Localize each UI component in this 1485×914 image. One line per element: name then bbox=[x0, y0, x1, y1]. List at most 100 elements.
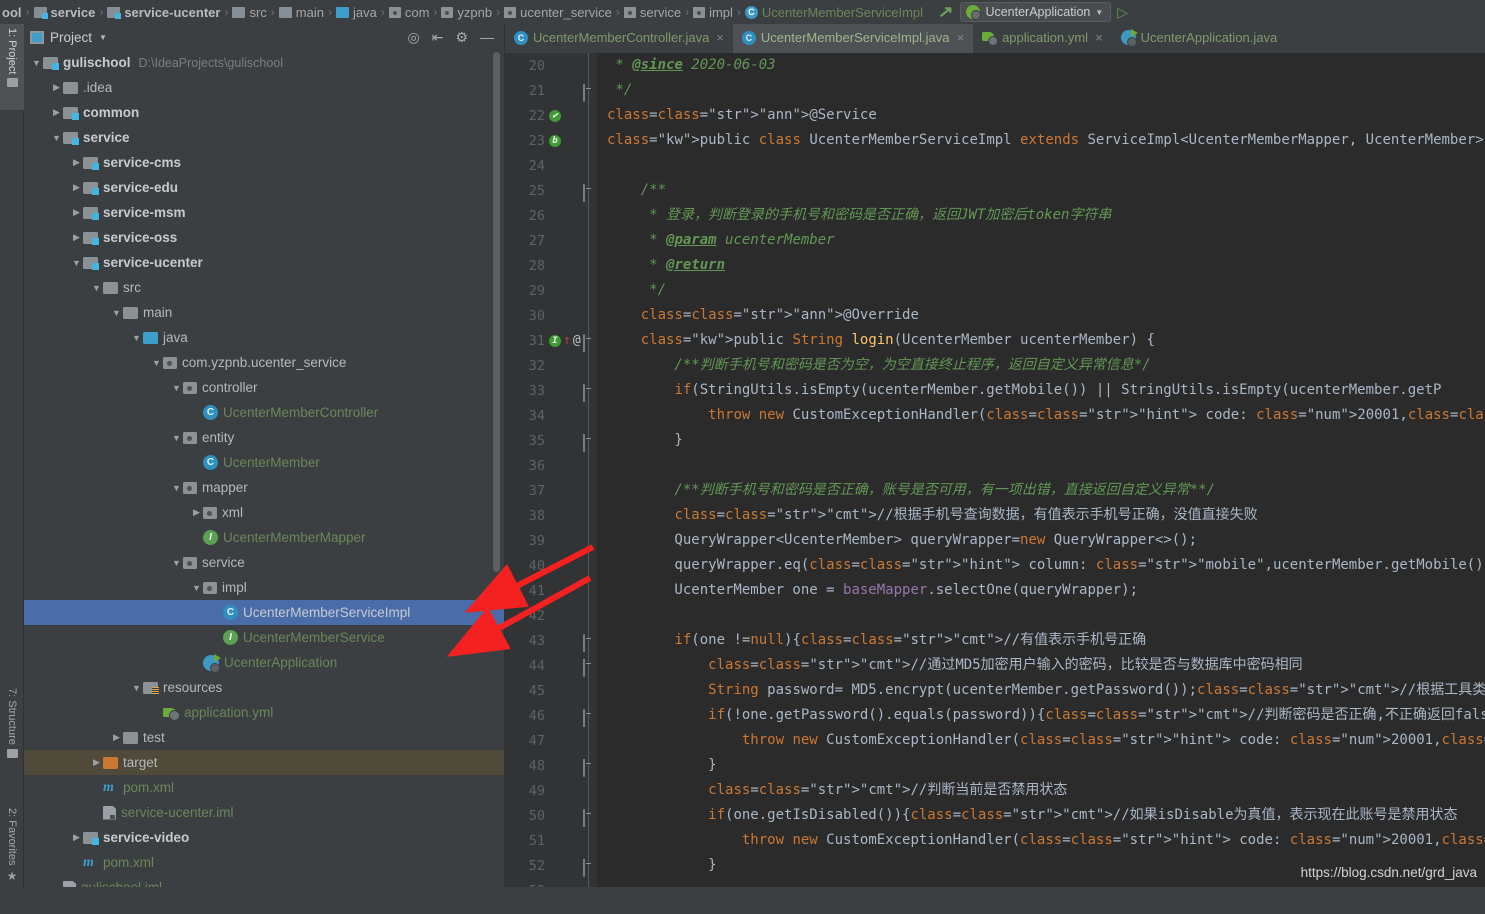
code-line[interactable]: throw new CustomExceptionHandler(class=c… bbox=[597, 403, 1485, 428]
breadcrumb-item-src[interactable]: src bbox=[230, 0, 268, 24]
gutter-line[interactable]: 32 bbox=[505, 353, 597, 378]
tree-node-com-yzpnb-ucenter-service[interactable]: ▼ com.yzpnb.ucenter_service bbox=[24, 350, 504, 375]
gutter-line[interactable]: 33 bbox=[505, 378, 597, 403]
code-line[interactable]: */ bbox=[597, 78, 1485, 103]
tree-node-pom-xml[interactable]: m pom.xml bbox=[24, 775, 504, 800]
breadcrumb-item-ucentermemberserviceimpl[interactable]: C UcenterMemberServiceImpl bbox=[743, 0, 925, 24]
at-icon[interactable]: @ bbox=[573, 333, 581, 348]
tree-node-gulischool[interactable]: ▼ gulischool D:\IdeaProjects\gulischool bbox=[24, 50, 504, 75]
tree-expand-arrow[interactable]: ▶ bbox=[50, 107, 63, 118]
implements-icon[interactable]: I bbox=[549, 334, 561, 347]
tree-node-resources[interactable]: ▼ resources bbox=[24, 675, 504, 700]
gutter-line[interactable]: 35 bbox=[505, 428, 597, 453]
editor-gutter[interactable]: 20 21 22 ✔ 23 b 24 25 26 27 28 29 30 31 I ↑ @32 33 34 35 36 3… bbox=[505, 53, 597, 887]
tree-expand-arrow[interactable]: ▶ bbox=[110, 732, 123, 743]
tree-expand-arrow[interactable]: ▼ bbox=[150, 358, 163, 368]
chevron-down-icon[interactable]: ▼ bbox=[99, 33, 107, 42]
editor-tab-ucentermemberserviceimpl-java[interactable]: C UcenterMemberServiceImpl.java × bbox=[732, 24, 974, 53]
tool-tab-project[interactable]: 1: Project bbox=[0, 24, 24, 110]
editor-tab-ucenterapplication-java[interactable]: UcenterApplication.java bbox=[1112, 24, 1287, 53]
gutter-line[interactable]: 47 bbox=[505, 728, 597, 753]
gutter-line[interactable]: 27 bbox=[505, 228, 597, 253]
tool-tab-favorites[interactable]: 2: Favorites ★ bbox=[0, 804, 24, 914]
gutter-line[interactable]: 40 bbox=[505, 553, 597, 578]
breadcrumb-item-impl[interactable]: impl bbox=[691, 0, 735, 24]
code-line[interactable]: * @return bbox=[597, 253, 1485, 278]
gutter-line[interactable]: 50 bbox=[505, 803, 597, 828]
tool-tab-structure[interactable]: 7: Structure bbox=[0, 684, 24, 788]
fold-marker[interactable] bbox=[583, 634, 594, 652]
gutter-line[interactable]: 48 bbox=[505, 753, 597, 778]
tree-expand-arrow[interactable]: ▼ bbox=[170, 383, 183, 393]
breadcrumb-item-service[interactable]: service bbox=[622, 0, 683, 24]
breadcrumb-item-com[interactable]: com bbox=[387, 0, 432, 24]
tree-node-service-ucenter-iml[interactable]: service-ucenter.iml bbox=[24, 800, 504, 825]
tree-expand-arrow[interactable]: ▼ bbox=[190, 583, 203, 593]
breadcrumb-item-ool[interactable]: ool bbox=[0, 0, 24, 24]
tree-expand-arrow[interactable]: ▼ bbox=[170, 558, 183, 568]
tree-node-ucentermember[interactable]: C UcenterMember bbox=[24, 450, 504, 475]
gutter-line[interactable]: 46 bbox=[505, 703, 597, 728]
editor-tab-application-yml[interactable]: application.yml × bbox=[973, 24, 1112, 53]
tree-node-pom-xml[interactable]: m pom.xml bbox=[24, 850, 504, 875]
tree-expand-arrow[interactable]: ▶ bbox=[70, 207, 83, 218]
tree-node-common[interactable]: ▶ common bbox=[24, 100, 504, 125]
tree-node--idea[interactable]: ▶ .idea bbox=[24, 75, 504, 100]
code-line[interactable]: if(StringUtils.isEmpty(ucenterMember.get… bbox=[597, 378, 1485, 403]
gutter-line[interactable]: 39 bbox=[505, 528, 597, 553]
chevron-down-icon[interactable]: ▼ bbox=[1095, 8, 1103, 17]
tree-expand-arrow[interactable]: ▶ bbox=[70, 232, 83, 243]
locate-icon[interactable]: ◎ bbox=[407, 30, 419, 44]
code-line[interactable]: if(!one.getPassword().equals(password)){… bbox=[597, 703, 1485, 728]
tree-node-test[interactable]: ▶ test bbox=[24, 725, 504, 750]
tree-node-target[interactable]: ▶ target bbox=[24, 750, 504, 775]
override-arrow-icon[interactable]: ↑ bbox=[563, 334, 571, 347]
code-line[interactable] bbox=[597, 603, 1485, 628]
code-line[interactable]: /**判断手机号和密码是否正确，账号是否可用，有一项出错，直接返回自定义异常**… bbox=[597, 478, 1485, 503]
tree-node-service-cms[interactable]: ▶ service-cms bbox=[24, 150, 504, 175]
tree-node-ucenterapplication[interactable]: UcenterApplication bbox=[24, 650, 504, 675]
code-line[interactable]: */ bbox=[597, 278, 1485, 303]
gutter-line[interactable]: 23 b bbox=[505, 128, 597, 153]
tree-node-service-video[interactable]: ▶ service-video bbox=[24, 825, 504, 850]
tree-expand-arrow[interactable]: ▶ bbox=[70, 832, 83, 843]
tree-expand-arrow[interactable]: ▶ bbox=[90, 757, 103, 768]
gutter-line[interactable]: 45 bbox=[505, 678, 597, 703]
fold-marker[interactable] bbox=[583, 384, 594, 402]
gutter-line[interactable]: 21 bbox=[505, 78, 597, 103]
gear-icon[interactable]: ⚙ bbox=[455, 30, 468, 44]
tree-node-application-yml[interactable]: application.yml bbox=[24, 700, 504, 725]
tree-expand-arrow[interactable]: ▼ bbox=[170, 483, 183, 493]
editor-tab-ucentermembercontroller-java[interactable]: C UcenterMemberController.java × bbox=[505, 24, 733, 53]
breadcrumb-item-java[interactable]: java bbox=[334, 0, 379, 24]
code-text[interactable]: * @since 2020-06-03 */class=class="str">… bbox=[597, 53, 1485, 887]
project-tree[interactable]: ▼ gulischool D:\IdeaProjects\gulischool ▶ .i… bbox=[24, 50, 504, 887]
gutter-line[interactable]: 20 bbox=[505, 53, 597, 78]
gutter-line[interactable]: 37 bbox=[505, 478, 597, 503]
tree-node-service[interactable]: ▼ service bbox=[24, 550, 504, 575]
close-icon[interactable]: × bbox=[1095, 30, 1103, 45]
gutter-line[interactable]: 22 ✔ bbox=[505, 103, 597, 128]
gutter-line[interactable]: 34 bbox=[505, 403, 597, 428]
breadcrumb-item-main[interactable]: main bbox=[277, 0, 326, 24]
code-line[interactable]: if(one.getIsDisabled()){class=class="str… bbox=[597, 803, 1485, 828]
fold-marker[interactable] bbox=[583, 434, 594, 452]
gutter-line[interactable]: 41 bbox=[505, 578, 597, 603]
code-line[interactable]: * 登录，判断登录的手机号和密码是否正确，返回JWT加密后token字符串 bbox=[597, 203, 1485, 228]
code-line[interactable]: String password= MD5.encrypt(ucenterMemb… bbox=[597, 678, 1485, 703]
gutter-line[interactable]: 36 bbox=[505, 453, 597, 478]
gutter-line[interactable]: 49 bbox=[505, 778, 597, 803]
gutter-line[interactable]: 28 bbox=[505, 253, 597, 278]
tree-expand-arrow[interactable]: ▼ bbox=[90, 283, 103, 293]
breadcrumb-item-yzpnb[interactable]: yzpnb bbox=[439, 0, 494, 24]
tree-expand-arrow[interactable]: ▶ bbox=[70, 182, 83, 193]
gutter-line[interactable]: 29 bbox=[505, 278, 597, 303]
tree-node-entity[interactable]: ▼ entity bbox=[24, 425, 504, 450]
tree-expand-arrow[interactable]: ▼ bbox=[170, 433, 183, 443]
tree-node-service-edu[interactable]: ▶ service-edu bbox=[24, 175, 504, 200]
tree-node-main[interactable]: ▼ main bbox=[24, 300, 504, 325]
fold-marker[interactable] bbox=[583, 184, 594, 202]
gutter-line[interactable]: 53 bbox=[505, 878, 597, 888]
code-line[interactable]: class="kw">public class UcenterMemberSer… bbox=[597, 128, 1485, 153]
code-line[interactable]: QueryWrapper<UcenterMember> queryWrapper… bbox=[597, 528, 1485, 553]
